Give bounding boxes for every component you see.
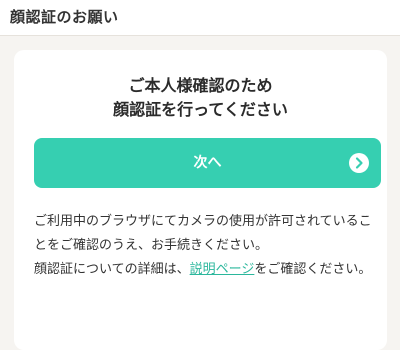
page-title: 顔認証のお願い <box>10 8 119 26</box>
instruction-heading: ご本人様確認のため 顔認証を行ってください <box>14 74 387 122</box>
help-page-link[interactable]: 説明ページ <box>190 262 255 277</box>
app-header: 顔認証のお願い <box>0 0 400 36</box>
chevron-right-icon <box>349 153 369 173</box>
notice-text-after-link: をご確認ください。 <box>254 262 372 277</box>
heading-line-1: ご本人様確認のため <box>128 76 273 95</box>
verification-card: ご本人様確認のため 顔認証を行ってください 次へ ご利用中のブラウザにてカメラの… <box>14 50 387 350</box>
camera-permission-notice: ご利用中のブラウザにてカメラの使用が許可されていることをご確認のうえ、お手続きく… <box>34 210 379 282</box>
next-button-label: 次へ <box>193 155 222 171</box>
heading-line-2: 顔認証を行ってください <box>113 100 288 119</box>
notice-text-before-link: 顔認証についての詳細は、 <box>34 262 190 277</box>
notice-paragraph-2: 顔認証についての詳細は、説明ページをご確認ください。 <box>34 258 379 282</box>
notice-paragraph-1: ご利用中のブラウザにてカメラの使用が許可されていることをご確認のうえ、お手続きく… <box>34 214 372 253</box>
next-button[interactable]: 次へ <box>34 138 381 188</box>
